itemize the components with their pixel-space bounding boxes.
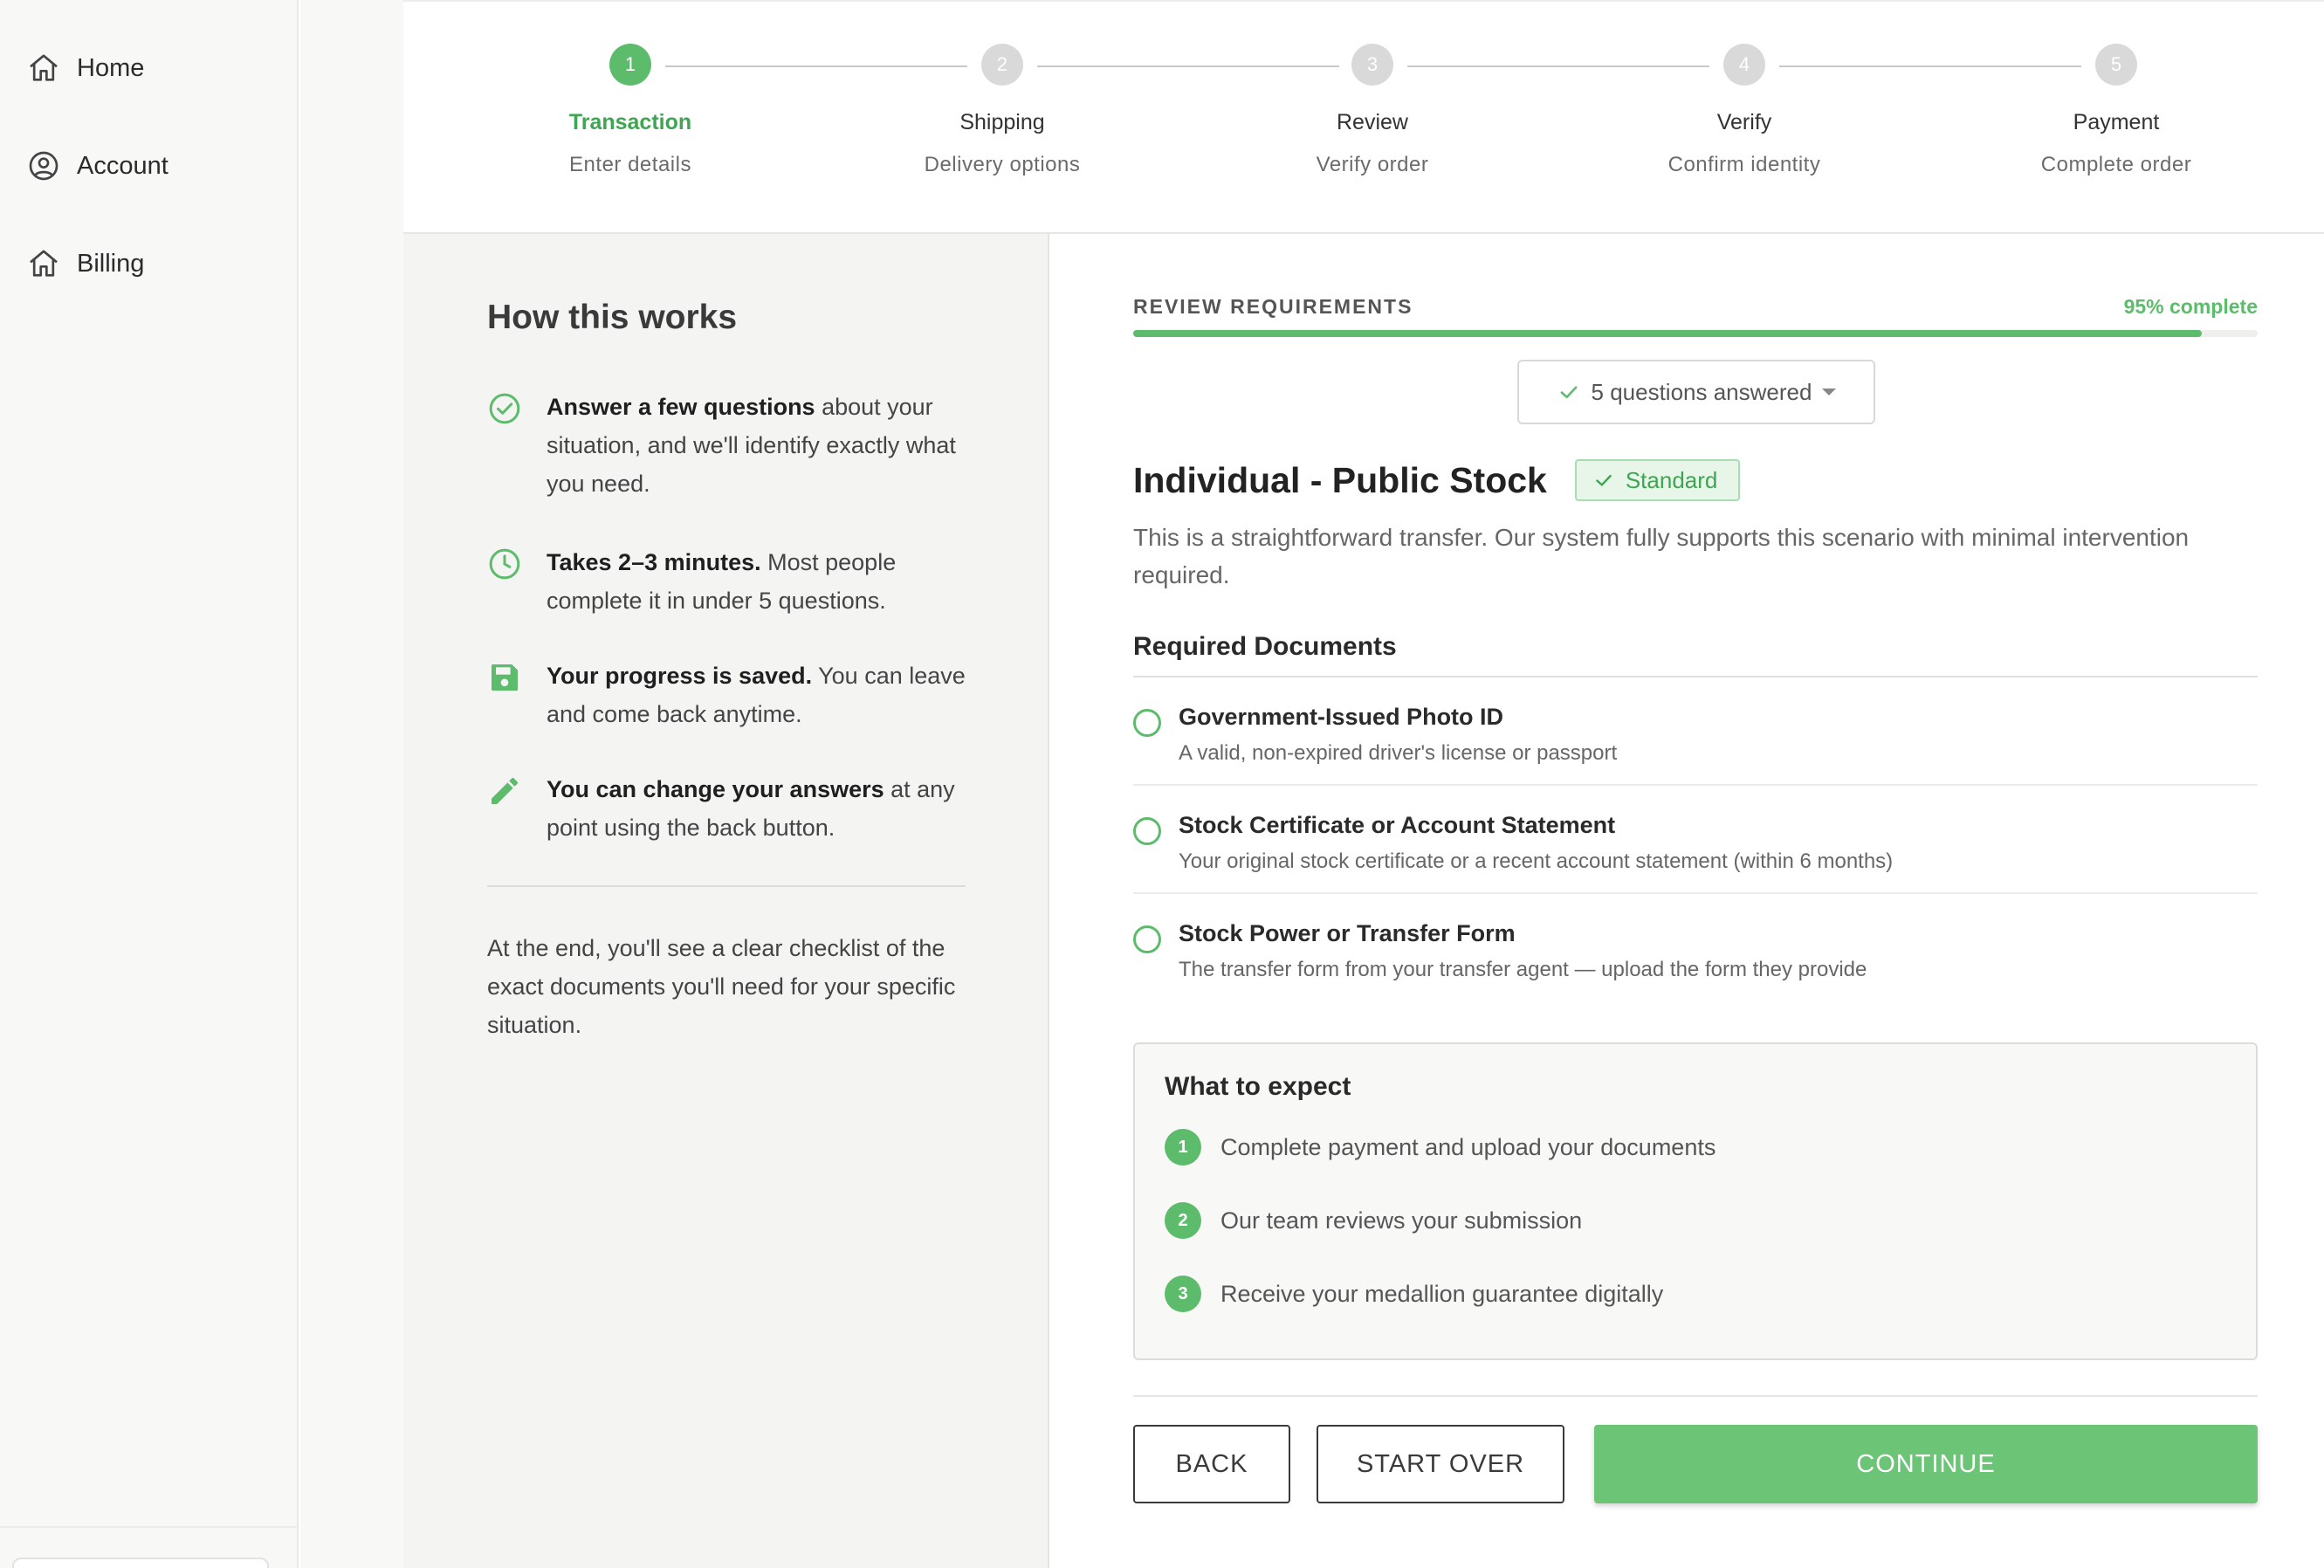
home-icon [30, 54, 58, 81]
info-item: Your progress is saved. You can leave an… [487, 657, 976, 733]
expect-text: Complete payment and upload your documen… [1220, 1133, 1716, 1160]
step-number: 2 [981, 44, 1023, 86]
start-over-button[interactable]: START OVER [1317, 1425, 1564, 1503]
info-item: You can change your answers at any point… [487, 770, 976, 847]
how-it-works-panel: How this works Answer a few questions ab… [403, 234, 1049, 1568]
back-button[interactable]: BACK [1133, 1425, 1290, 1503]
sidebar-item-label: Home [77, 53, 145, 82]
progress-stepper: 1 Transaction Enter details 2 Shipping D… [403, 0, 2324, 234]
scenario-header: Individual - Public Stock Standard [1133, 454, 1741, 506]
document-description: Your original stock certificate or a rec… [1179, 849, 1894, 873]
expect-item: 2 Our team reviews your submission [1165, 1201, 1582, 1240]
review-label: REVIEW REQUIREMENTS [1133, 295, 1413, 318]
step-title: Verify [1716, 110, 1772, 134]
step-subtitle: Confirm identity [1667, 153, 1821, 176]
check-circle-icon [489, 393, 520, 424]
sidebar-footer-button[interactable] [12, 1558, 269, 1568]
status-badge: Standard [1574, 459, 1741, 501]
document-item: Stock Power or Transfer Form The transfe… [1133, 894, 2258, 1002]
scenario-description: This is a straightforward transfer. Our … [1133, 524, 2190, 588]
step-title: Review [1337, 110, 1408, 134]
step-number: 3 [1351, 44, 1393, 86]
step-subtitle: Delivery options [924, 153, 1081, 176]
info-item-bold: Takes 2–3 minutes. [547, 549, 761, 575]
scenario-title: Individual - Public Stock [1133, 459, 1547, 500]
expect-text: Our team reviews your submission [1220, 1207, 1583, 1234]
step-title: Payment [2073, 110, 2160, 134]
info-footer-text: At the end, you'll see a clear checklist… [487, 935, 956, 1038]
step-review[interactable]: 3 Review Verify order [1215, 44, 1530, 177]
step-transaction[interactable]: 1 Transaction Enter details [473, 44, 787, 177]
review-header: REVIEW REQUIREMENTS 95% complete [1133, 295, 2258, 321]
document-description: A valid, non-expired driver's license or… [1179, 741, 1618, 765]
step-verify[interactable]: 4 Verify Confirm identity [1587, 44, 1901, 177]
divider [1133, 1395, 2258, 1397]
progress-bar-fill [1133, 330, 2202, 337]
continue-button[interactable]: CONTINUE [1594, 1425, 2258, 1503]
info-item: Takes 2–3 minutes. Most people complete … [487, 543, 976, 620]
sidebar-item-account[interactable]: Account [26, 140, 168, 192]
info-item-bold: You can change your answers [547, 776, 884, 802]
clock-icon [489, 548, 520, 580]
step-subtitle: Enter details [569, 153, 691, 176]
info-title: How this works [487, 299, 738, 336]
expect-number: 3 [1165, 1276, 1201, 1312]
step-subtitle: Complete order [2040, 153, 2192, 176]
step-title: Transaction [568, 110, 692, 134]
step-subtitle: Verify order [1316, 153, 1429, 176]
info-item: Answer a few questions about your situat… [487, 388, 976, 503]
sidebar: Home Account Billing [0, 0, 299, 1568]
document-name: Stock Certificate or Account Statement [1179, 812, 1616, 838]
expect-text: Receive your medallion guarantee digital… [1220, 1280, 1664, 1307]
content-gutter [300, 0, 403, 1568]
document-radio[interactable] [1133, 709, 1161, 737]
document-radio[interactable] [1133, 925, 1161, 953]
step-number: 1 [609, 44, 651, 86]
what-to-expect-box: What to expect 1 Complete payment and up… [1133, 1042, 2258, 1360]
sidebar-item-home[interactable]: Home [26, 42, 144, 94]
expect-number: 2 [1165, 1202, 1201, 1239]
step-number: 5 [2095, 44, 2137, 86]
sidebar-item-label: Account [77, 151, 168, 180]
questions-answered-label: 5 questions answered [1591, 378, 1812, 405]
step-title: Shipping [959, 110, 1045, 134]
info-item-bold: Answer a few questions [547, 394, 815, 420]
step-shipping[interactable]: 2 Shipping Delivery options [845, 44, 1159, 177]
step-payment[interactable]: 5 Payment Complete order [1959, 44, 2273, 177]
sidebar-footer [0, 1526, 297, 1568]
status-badge-label: Standard [1625, 466, 1718, 493]
questions-answered-dropdown[interactable]: 5 questions answered [1517, 360, 1875, 424]
required-documents-title: Required Documents [1133, 632, 1397, 661]
step-number: 4 [1723, 44, 1765, 86]
sidebar-item-label: Billing [77, 249, 145, 278]
document-item: Stock Certificate or Account Statement Y… [1133, 786, 2258, 894]
document-item: Government-Issued Photo ID A valid, non-… [1133, 677, 2258, 786]
document-radio[interactable] [1133, 817, 1161, 845]
expect-item: 1 Complete payment and upload your docum… [1165, 1128, 1715, 1166]
document-name: Government-Issued Photo ID [1179, 704, 1504, 730]
expect-title: What to expect [1165, 1072, 1351, 1101]
user-circle-icon [29, 151, 58, 181]
sidebar-item-billing[interactable]: Billing [26, 237, 144, 290]
info-divider [487, 885, 966, 887]
document-description: The transfer form from your transfer age… [1179, 958, 1867, 981]
review-percent: 95% complete [2123, 295, 2258, 318]
chevron-down-icon [1822, 389, 1837, 395]
document-name: Stock Power or Transfer Form [1179, 920, 1516, 946]
home-icon [30, 250, 58, 277]
pencil-icon [492, 777, 519, 804]
info-item-bold: Your progress is saved. [547, 663, 813, 689]
expect-item: 3 Receive your medallion guarantee digit… [1165, 1275, 1663, 1313]
progress-bar [1133, 330, 2258, 337]
check-icon [1596, 474, 1612, 486]
expect-number: 1 [1165, 1129, 1201, 1166]
check-icon [1560, 386, 1577, 399]
save-icon [492, 664, 518, 691]
